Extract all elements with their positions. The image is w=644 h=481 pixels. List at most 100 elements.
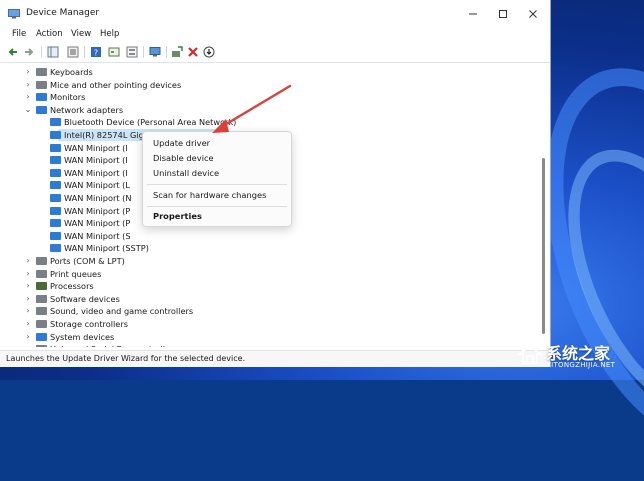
expand-chevron-icon[interactable]: › <box>24 318 32 330</box>
minimize-button[interactable] <box>458 0 488 28</box>
keyboard-icon <box>36 68 47 76</box>
vertical-scrollbar[interactable] <box>541 63 547 347</box>
tree-row[interactable]: › Universal Serial Bus controllers <box>0 343 540 347</box>
tree-row[interactable]: › Ports (COM & LPT) <box>0 255 540 267</box>
tree-item-label: Network adapters <box>50 104 124 115</box>
expand-chevron-icon[interactable]: › <box>24 66 32 78</box>
tree-item-label: WAN Miniport (S <box>64 230 131 241</box>
uninstall-x-icon[interactable] <box>187 46 199 58</box>
tree-row[interactable]: › Monitors <box>0 91 540 103</box>
toolbar-separator <box>166 46 167 58</box>
expand-chevron-icon[interactable]: › <box>24 91 32 103</box>
watermark-url: XITONGZHIJIA.NET <box>546 361 616 369</box>
network-adapter-icon <box>50 219 61 228</box>
tree-item-label: WAN Miniport (L <box>64 180 130 191</box>
tree-row[interactable]: WAN Miniport (SSTP) <box>0 242 540 254</box>
network-icon <box>36 105 47 114</box>
tree-row[interactable]: › Processors <box>0 280 540 292</box>
tree-item-label: WAN Miniport (N <box>64 193 132 203</box>
menu-separator <box>147 184 287 185</box>
list-view-icon[interactable] <box>126 46 138 58</box>
menu-item-update-driver[interactable]: Update driver <box>153 138 210 148</box>
expand-chevron-icon[interactable]: › <box>24 280 32 292</box>
menu-item-properties[interactable]: Properties <box>153 211 202 221</box>
network-adapter-icon <box>50 168 61 177</box>
expand-chevron-icon[interactable]: › <box>24 255 32 267</box>
tree-item-label: Sound, video and game controllers <box>50 306 194 317</box>
tree-row[interactable]: › Keyboards <box>0 66 540 78</box>
network-adapter-icon <box>50 118 61 127</box>
status-text: Launches the Update Driver Wizard for th… <box>6 354 246 363</box>
menu-file[interactable]: File <box>12 29 26 39</box>
network-adapter-icon <box>50 244 61 253</box>
tree-row[interactable]: › Sound, video and game controllers <box>0 305 540 317</box>
forward-icon[interactable] <box>23 46 35 58</box>
printer-icon <box>36 269 47 278</box>
properties-icon[interactable] <box>67 46 79 58</box>
menu-item-scan-hardware[interactable]: Scan for hardware changes <box>153 190 266 200</box>
tree-item-label: Universal Serial Bus controllers <box>50 343 178 347</box>
menu-action[interactable]: Action <box>36 29 63 39</box>
tree-item-label: Mice and other pointing devices <box>50 79 182 90</box>
menu-item-uninstall-device[interactable]: Uninstall device <box>153 168 219 178</box>
title-bar[interactable]: Device Manager <box>0 0 550 28</box>
action-view-icon[interactable] <box>108 46 120 58</box>
network-adapter-icon <box>50 143 61 152</box>
expand-chevron-icon[interactable]: › <box>24 343 32 347</box>
context-menu: Update driver Disable device Uninstall d… <box>142 131 292 227</box>
tree-row[interactable]: › Software devices <box>0 293 540 305</box>
software-device-icon <box>36 294 47 303</box>
collapse-chevron-icon[interactable]: ⌄ <box>24 104 32 116</box>
tree-row[interactable]: › System devices <box>0 331 540 343</box>
tree-item-label: Software devices <box>50 293 120 304</box>
close-icon <box>529 10 537 18</box>
minimize-icon <box>469 13 477 15</box>
expand-chevron-icon[interactable]: › <box>24 293 32 305</box>
help-icon[interactable]: ? <box>90 46 102 58</box>
tree-row[interactable]: WAN Miniport (S <box>0 230 540 242</box>
expand-chevron-icon[interactable]: › <box>24 331 32 343</box>
expand-chevron-icon[interactable]: › <box>24 305 32 317</box>
watermark-logo: 系统之家 XITONGZHIJIA.NET <box>512 336 644 380</box>
back-icon[interactable] <box>7 46 19 58</box>
menu-help[interactable]: Help <box>100 29 119 39</box>
speaker-icon <box>36 307 47 316</box>
display-monitor-icon[interactable] <box>149 46 161 58</box>
show-hide-tree-icon[interactable] <box>47 46 59 58</box>
expand-chevron-icon[interactable]: › <box>24 79 32 91</box>
expand-chevron-icon[interactable]: › <box>24 268 32 280</box>
tree-item-label: WAN Miniport (I <box>64 155 128 166</box>
menu-view[interactable]: View <box>71 29 91 39</box>
usb-icon <box>36 345 47 347</box>
tree-row[interactable]: › Mice and other pointing devices <box>0 79 540 91</box>
network-adapter-icon <box>50 206 61 215</box>
update-driver-icon[interactable] <box>171 46 183 58</box>
maximize-button[interactable] <box>488 0 518 28</box>
tree-row[interactable]: Bluetooth Device (Personal Area Network) <box>0 116 540 128</box>
processor-icon <box>36 282 47 291</box>
tree-row[interactable]: ⌄ Network adapters <box>0 104 540 116</box>
close-button[interactable] <box>518 0 548 28</box>
toolbar-separator <box>84 46 85 58</box>
toolbar: ? <box>0 42 550 63</box>
scrollbar-thumb[interactable] <box>542 158 545 334</box>
tree-item-label: Print queues <box>50 268 102 279</box>
device-manager-window: Device Manager File Action View Help ? ›… <box>0 0 551 367</box>
tree-row[interactable]: › Storage controllers <box>0 318 540 330</box>
svg-text:?: ? <box>94 49 98 58</box>
tree-row[interactable]: › Print queues <box>0 268 540 280</box>
tree-item-label: WAN Miniport (P <box>64 218 131 229</box>
network-adapter-icon <box>50 194 61 202</box>
tree-item-label: WAN Miniport (P <box>64 205 131 216</box>
tree-item-label: Storage controllers <box>50 319 128 329</box>
scan-download-icon[interactable] <box>203 46 215 58</box>
tree-item-label: WAN Miniport (SSTP) <box>64 243 149 254</box>
storage-icon <box>36 320 47 328</box>
network-adapter-icon <box>50 181 61 190</box>
house-logo-icon <box>518 343 542 364</box>
toolbar-separator <box>41 46 42 58</box>
menu-bar: File Action View Help <box>0 28 550 42</box>
monitor-icon <box>36 93 47 102</box>
tree-item-label: WAN Miniport (I <box>64 142 128 153</box>
menu-item-disable-device[interactable]: Disable device <box>153 153 214 163</box>
